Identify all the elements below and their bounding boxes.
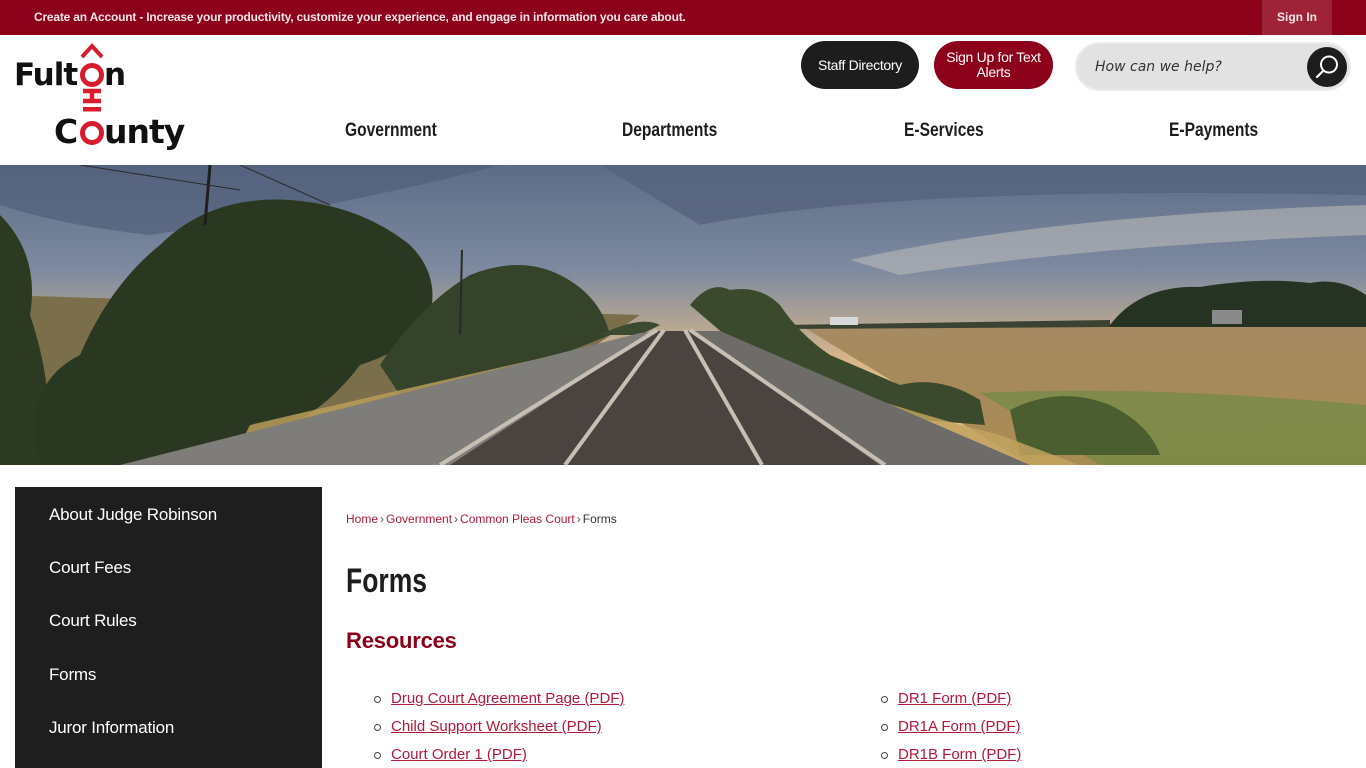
account-bar: Create an Account - Increase your produc…	[0, 0, 1366, 35]
sidebar-nav: About Judge Robinson Court Fees Court Ru…	[15, 487, 322, 768]
breadcrumb-current: Forms	[582, 512, 617, 526]
svg-text:n: n	[104, 57, 126, 93]
circle-bullet-icon	[374, 696, 381, 703]
search-button[interactable]	[1307, 47, 1347, 87]
site-header: Fult n C unty Staff Directory Sign Up fo…	[0, 35, 1366, 165]
sidebar-item-forms[interactable]: Forms	[49, 665, 96, 685]
list-item: Court Order 1 (PDF)	[374, 746, 624, 768]
dr1b-form-link[interactable]: DR1B Form (PDF)	[898, 746, 1021, 763]
nav-government[interactable]: Government	[345, 120, 437, 146]
circle-bullet-icon	[374, 724, 381, 731]
sidebar-item-court-fees[interactable]: Court Fees	[49, 558, 131, 578]
child-support-worksheet-link[interactable]: Child Support Worksheet (PDF)	[391, 718, 602, 735]
section-title-resources: Resources	[346, 628, 457, 653]
dr1-form-link[interactable]: DR1 Form (PDF)	[898, 690, 1011, 707]
circle-bullet-icon	[374, 752, 381, 759]
svg-text:Fult: Fult	[14, 57, 78, 93]
sign-in-button[interactable]: Sign In	[1262, 0, 1332, 35]
breadcrumb-government[interactable]: Government	[386, 512, 452, 526]
svg-text:C: C	[54, 112, 78, 151]
sidebar-item-juror-information[interactable]: Juror Information	[49, 718, 174, 738]
resources-list-right: DR1 Form (PDF) DR1A Form (PDF) DR1B Form…	[881, 690, 1021, 768]
breadcrumb-separator: ›	[380, 512, 385, 526]
search-input[interactable]	[1095, 56, 1295, 78]
staff-directory-button[interactable]: Staff Directory	[801, 41, 919, 89]
breadcrumb-home[interactable]: Home	[346, 512, 378, 526]
breadcrumb-common-pleas-court[interactable]: Common Pleas Court	[460, 512, 575, 526]
court-order-1-link[interactable]: Court Order 1 (PDF)	[391, 746, 527, 763]
list-item: DR1B Form (PDF)	[881, 746, 1021, 768]
list-item: Child Support Worksheet (PDF)	[374, 718, 624, 746]
resources-list-left: Drug Court Agreement Page (PDF) Child Su…	[374, 690, 624, 768]
sidebar-item-about-judge-robinson[interactable]: About Judge Robinson	[49, 505, 217, 525]
breadcrumb: Home › Government › Common Pleas Court › Forms	[346, 512, 617, 526]
sidebar-item-court-rules[interactable]: Court Rules	[49, 611, 137, 631]
drug-court-agreement-link[interactable]: Drug Court Agreement Page (PDF)	[391, 690, 624, 707]
svg-text:unty: unty	[104, 112, 185, 151]
create-account-link[interactable]: Create an Account - Increase your produc…	[34, 10, 686, 24]
text-alerts-button[interactable]: Sign Up for Text Alerts	[934, 41, 1053, 89]
hero-banner-image	[0, 165, 1366, 465]
nav-departments[interactable]: Departments	[622, 120, 717, 146]
breadcrumb-separator: ›	[576, 512, 581, 526]
search-icon	[1315, 55, 1338, 79]
circle-bullet-icon	[881, 752, 888, 759]
list-item: Drug Court Agreement Page (PDF)	[374, 690, 624, 718]
circle-bullet-icon	[881, 724, 888, 731]
page-title: Forms	[346, 562, 428, 600]
hero-landscape	[0, 165, 1366, 465]
circle-bullet-icon	[881, 696, 888, 703]
fulton-county-logo[interactable]: Fult n C unty	[14, 43, 189, 153]
breadcrumb-separator: ›	[454, 512, 459, 526]
nav-e-services[interactable]: E-Services	[904, 120, 984, 146]
search-box	[1075, 42, 1351, 91]
dr1a-form-link[interactable]: DR1A Form (PDF)	[898, 718, 1021, 735]
list-item: DR1A Form (PDF)	[881, 718, 1021, 746]
list-item: DR1 Form (PDF)	[881, 690, 1021, 718]
nav-e-payments[interactable]: E-Payments	[1169, 120, 1258, 146]
